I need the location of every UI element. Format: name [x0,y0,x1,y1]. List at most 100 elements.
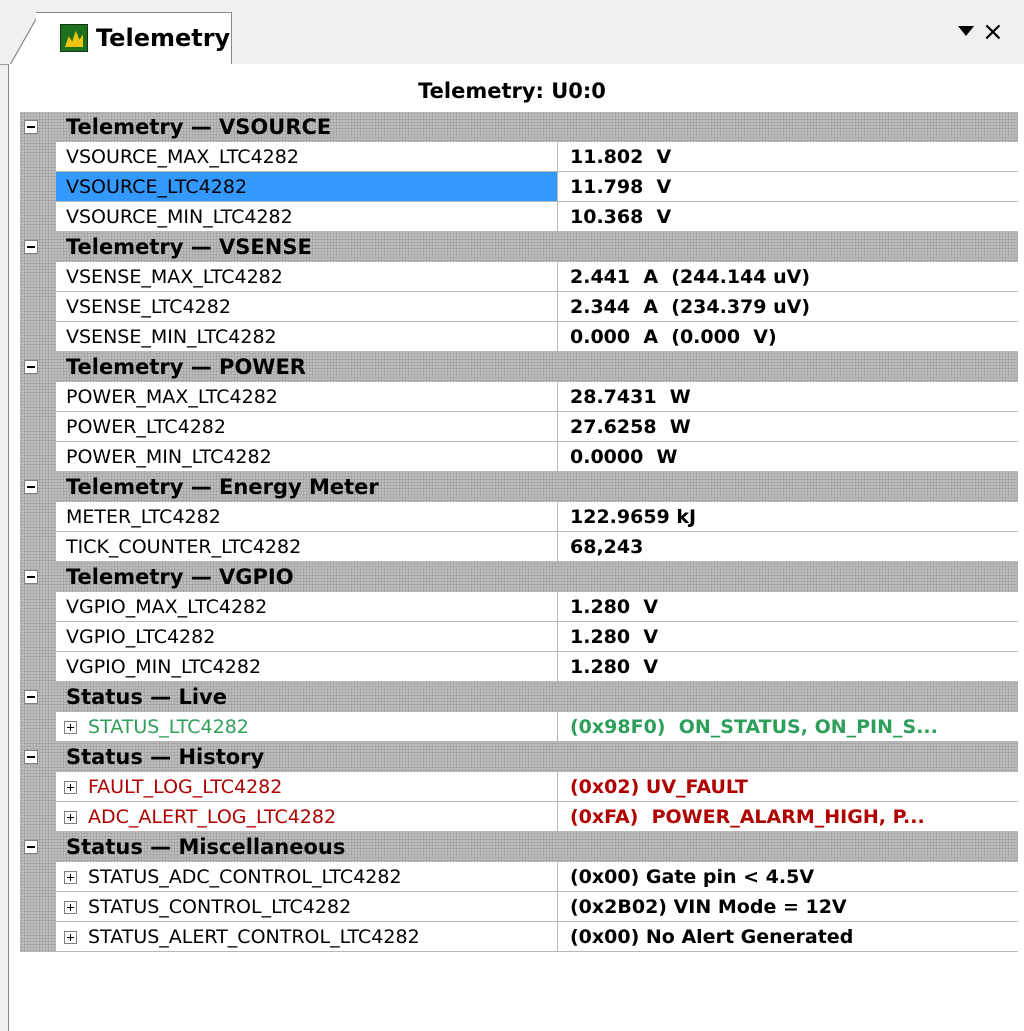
property-value-cell[interactable]: 2.344 A (234.379 uV) [558,292,1018,322]
property-row[interactable]: VSOURCE_LTC4282 11.798 V [20,172,1018,202]
property-row[interactable]: VSENSE_MAX_LTC4282 2.441 A (244.144 uV) [20,262,1018,292]
row-gutter [20,292,56,322]
property-value-cell[interactable]: 10.368 V [558,202,1018,232]
property-name-cell[interactable]: POWER_LTC4282 [56,412,558,442]
property-value: (0x00) No Alert Generated [570,926,854,948]
category-row[interactable]: Status — Live [20,682,1018,712]
property-name: METER_LTC4282 [66,506,221,528]
property-name-cell[interactable]: VSENSE_MIN_LTC4282 [56,322,558,352]
property-name-cell[interactable]: ADC_ALERT_LOG_LTC4282 [56,802,558,832]
property-row[interactable]: POWER_LTC4282 27.6258 W [20,412,1018,442]
property-row[interactable]: STATUS_ADC_CONTROL_LTC4282 (0x00) Gate pi… [20,862,1018,892]
property-value-cell[interactable]: 68,243 [558,532,1018,562]
property-name-cell[interactable]: VSOURCE_MAX_LTC4282 [56,142,558,172]
property-value-cell[interactable]: 11.802 V [558,142,1018,172]
property-value-cell[interactable]: (0x00) No Alert Generated [558,922,1018,952]
category-row[interactable]: Telemetry — VSENSE [20,232,1018,262]
collapse-icon[interactable] [24,570,38,584]
collapse-icon[interactable] [24,480,38,494]
collapse-icon[interactable] [24,840,38,854]
row-gutter [20,922,56,952]
property-value-cell[interactable]: 11.798 V [558,172,1018,202]
property-row[interactable]: POWER_MAX_LTC4282 28.7431 W [20,382,1018,412]
property-name-cell[interactable]: VSOURCE_MIN_LTC4282 [56,202,558,232]
category-row[interactable]: Telemetry — POWER [20,352,1018,382]
property-name-cell[interactable]: VGPIO_MAX_LTC4282 [56,592,558,622]
category-row[interactable]: Telemetry — VSOURCE [20,112,1018,142]
property-row[interactable]: VGPIO_MIN_LTC4282 1.280 V [20,652,1018,682]
row-gutter [20,862,56,892]
property-value-cell[interactable]: (0xFA) POWER_ALARM_HIGH, P... [558,802,1018,832]
property-name: STATUS_LTC4282 [88,716,249,738]
row-gutter [20,772,56,802]
property-row[interactable]: METER_LTC4282 122.9659 kJ [20,502,1018,532]
property-value-cell[interactable]: 0.0000 W [558,442,1018,472]
property-row[interactable]: POWER_MIN_LTC4282 0.0000 W [20,442,1018,472]
property-value-cell[interactable]: (0x98F0) ON_STATUS, ON_PIN_S... [558,712,1018,742]
property-row[interactable]: VGPIO_LTC4282 1.280 V [20,622,1018,652]
property-value-cell[interactable]: 27.6258 W [558,412,1018,442]
category-row[interactable]: Status — History [20,742,1018,772]
property-row[interactable]: VGPIO_MAX_LTC4282 1.280 V [20,592,1018,622]
property-name-cell[interactable]: POWER_MIN_LTC4282 [56,442,558,472]
property-row[interactable]: VSOURCE_MIN_LTC4282 10.368 V [20,202,1018,232]
property-row[interactable]: STATUS_ALERT_CONTROL_LTC4282 (0x00) No Al… [20,922,1018,952]
property-value-cell[interactable]: (0x2B02) VIN Mode = 12V [558,892,1018,922]
property-name-cell[interactable]: TICK_COUNTER_LTC4282 [56,532,558,562]
property-value-cell[interactable]: 28.7431 W [558,382,1018,412]
row-gutter [20,502,56,532]
collapse-icon[interactable] [24,750,38,764]
property-value-cell[interactable]: 0.000 A (0.000 V) [558,322,1018,352]
telemetry-chart-icon [60,24,88,52]
property-name: VSENSE_MIN_LTC4282 [66,326,277,348]
property-name-cell[interactable]: STATUS_ADC_CONTROL_LTC4282 [56,862,558,892]
collapse-icon[interactable] [24,360,38,374]
property-name-cell[interactable]: METER_LTC4282 [56,502,558,532]
property-value-cell[interactable]: 1.280 V [558,622,1018,652]
property-row[interactable]: ADC_ALERT_LOG_LTC4282 (0xFA) POWER_ALARM_… [20,802,1018,832]
property-row[interactable]: VSENSE_MIN_LTC4282 0.000 A (0.000 V) [20,322,1018,352]
property-row[interactable]: STATUS_LTC4282 (0x98F0) ON_STATUS, ON_PIN… [20,712,1018,742]
expand-icon[interactable] [64,781,77,794]
collapse-icon[interactable] [24,120,38,134]
property-name: VSENSE_LTC4282 [66,296,231,318]
property-value-cell[interactable]: 122.9659 kJ [558,502,1018,532]
property-row[interactable]: VSENSE_LTC4282 2.344 A (234.379 uV) [20,292,1018,322]
property-value: 1.280 V [570,596,659,618]
property-value-cell[interactable]: (0x00) Gate pin < 4.5V [558,862,1018,892]
expand-icon[interactable] [64,811,77,824]
property-name-cell[interactable]: STATUS_CONTROL_LTC4282 [56,892,558,922]
row-gutter [20,442,56,472]
property-name-cell[interactable]: FAULT_LOG_LTC4282 [56,772,558,802]
property-name: POWER_MAX_LTC4282 [66,386,278,408]
expand-icon[interactable] [64,901,77,914]
property-name-cell[interactable]: VSENSE_MAX_LTC4282 [56,262,558,292]
expand-icon[interactable] [64,931,77,944]
property-value: (0x2B02) VIN Mode = 12V [570,896,847,918]
category-row[interactable]: Status — Miscellaneous [20,832,1018,862]
category-row[interactable]: Telemetry — Energy Meter [20,472,1018,502]
collapse-icon[interactable] [24,240,38,254]
property-name-cell[interactable]: VGPIO_LTC4282 [56,622,558,652]
property-name-cell[interactable]: VSOURCE_LTC4282 [56,172,558,202]
collapse-icon[interactable] [24,690,38,704]
property-value-cell[interactable]: 1.280 V [558,592,1018,622]
expand-icon[interactable] [64,871,77,884]
expand-icon[interactable] [64,721,77,734]
property-row[interactable]: VSOURCE_MAX_LTC4282 11.802 V [20,142,1018,172]
close-icon[interactable]: × [982,18,1004,46]
category-row[interactable]: Telemetry — VGPIO [20,562,1018,592]
property-value-cell[interactable]: 1.280 V [558,652,1018,682]
property-name-cell[interactable]: VGPIO_MIN_LTC4282 [56,652,558,682]
property-value-cell[interactable]: (0x02) UV_FAULT [558,772,1018,802]
property-value-cell[interactable]: 2.441 A (244.144 uV) [558,262,1018,292]
property-name-cell[interactable]: VSENSE_LTC4282 [56,292,558,322]
property-row[interactable]: TICK_COUNTER_LTC4282 68,243 [20,532,1018,562]
chevron-down-icon[interactable] [958,26,974,36]
property-name-cell[interactable]: STATUS_LTC4282 [56,712,558,742]
property-row[interactable]: STATUS_CONTROL_LTC4282 (0x2B02) VIN Mode … [20,892,1018,922]
row-gutter [20,892,56,922]
property-name-cell[interactable]: STATUS_ALERT_CONTROL_LTC4282 [56,922,558,952]
property-name-cell[interactable]: POWER_MAX_LTC4282 [56,382,558,412]
property-row[interactable]: FAULT_LOG_LTC4282 (0x02) UV_FAULT [20,772,1018,802]
